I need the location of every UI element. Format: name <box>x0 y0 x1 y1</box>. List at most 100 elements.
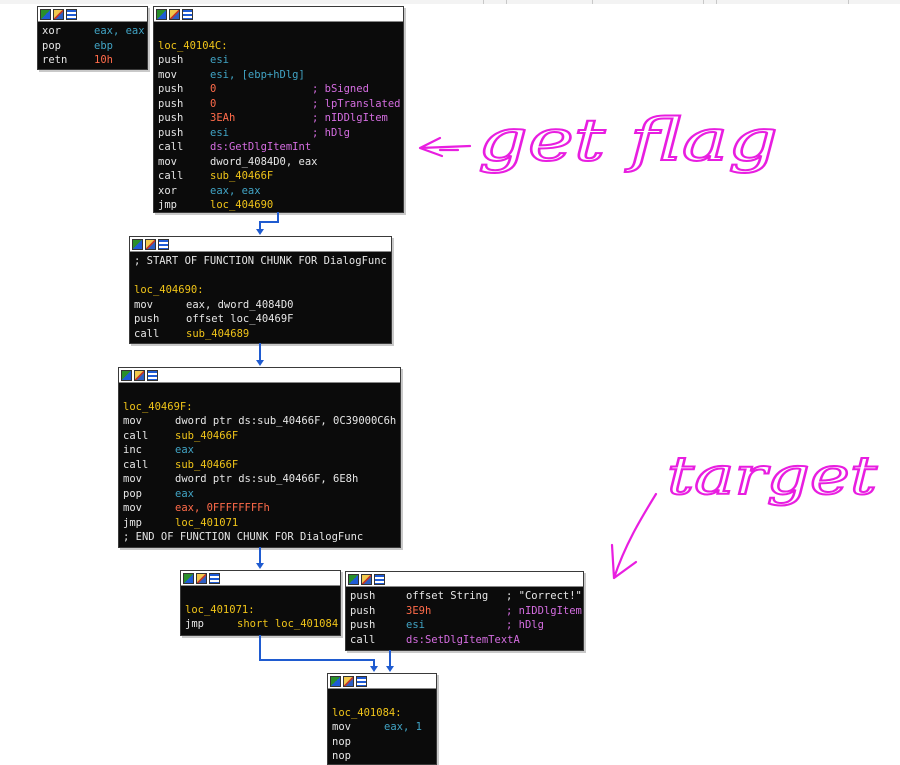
code-line[interactable]: push 0 ; lpTranslated <box>158 97 403 112</box>
code-line[interactable]: loc_404690: <box>134 283 391 298</box>
code-line[interactable]: xor eax, eax <box>158 184 403 199</box>
code-line[interactable] <box>134 269 391 284</box>
graph-color-icon[interactable] <box>156 8 167 20</box>
code-line[interactable]: call ds:SetDlgItemTextA <box>350 633 583 648</box>
code-line[interactable]: mov dword_4084D0, eax <box>158 155 403 170</box>
code-mnemonic: inc <box>123 444 142 456</box>
code-line[interactable] <box>332 691 436 706</box>
code-line[interactable]: xor eax, eax <box>42 24 147 39</box>
code-line[interactable]: pop ebp <box>42 39 147 54</box>
list-view-icon[interactable] <box>182 8 193 20</box>
code-line[interactable]: nop <box>332 749 436 764</box>
list-view-icon[interactable] <box>66 8 77 20</box>
code-line[interactable]: mov eax, dword_4084D0 <box>134 298 391 313</box>
edit-block-icon[interactable] <box>343 675 354 687</box>
edit-block-icon[interactable] <box>145 238 156 250</box>
code-mnemonic: call <box>350 633 376 646</box>
code-block-loc-404690[interactable]: ; START OF FUNCTION CHUNK FOR DialogFunc… <box>129 236 392 344</box>
code-line[interactable]: loc_401084: <box>332 706 436 721</box>
code-operand: esi <box>406 619 425 631</box>
code-block-loc-40469f[interactable]: loc_40469F: mov dword ptr ds:sub_40466F, 0… <box>118 367 401 548</box>
code-line[interactable]: jmp short loc_401084 <box>185 617 340 632</box>
code-line[interactable]: call ds:GetDlgItemInt <box>158 140 403 155</box>
toolbar-divider <box>848 0 849 4</box>
code-mnemonic: mov <box>332 721 351 733</box>
code-line[interactable]: push 3EAh ; nIDDlgItem <box>158 111 403 126</box>
code-line[interactable]: mov dword ptr ds:sub_40466F, 0C39000C6h <box>123 414 400 429</box>
code-operand: ebp <box>94 39 113 52</box>
graph-color-icon[interactable] <box>330 675 341 687</box>
edit-block-icon[interactable] <box>196 572 207 584</box>
graph-color-icon[interactable] <box>183 572 194 584</box>
edit-block-icon[interactable] <box>169 8 180 20</box>
code-line[interactable]: call sub_404689 <box>134 327 391 342</box>
code-line[interactable]: mov eax, 1 <box>332 720 436 735</box>
code-line[interactable]: mov esi, [ebp+hDlg] <box>158 68 403 83</box>
list-view-icon[interactable] <box>158 238 169 250</box>
code-operand: 3EAh <box>210 112 236 124</box>
list-view-icon[interactable] <box>356 675 367 687</box>
graph-color-icon[interactable] <box>121 369 132 381</box>
list-view-icon[interactable] <box>209 572 220 584</box>
code-line[interactable]: pop eax <box>123 487 400 502</box>
code-line[interactable]: loc_401071: <box>185 603 340 618</box>
code-mnemonic: loc_40469F: <box>123 400 193 413</box>
code-block-loc-40104c[interactable]: loc_40104C: push esi mov esi, [ebp+hDlg] push… <box>153 6 404 213</box>
code-mnemonic: push <box>134 313 160 325</box>
graph-color-icon[interactable] <box>132 238 143 250</box>
code-block-epilogue[interactable]: xor eax, eax pop ebp retn 10h <box>37 6 148 70</box>
code-line[interactable]: call sub_40466F <box>123 458 400 473</box>
code-line[interactable]: mov eax, 0FFFFFFFFh <box>123 501 400 516</box>
code-line[interactable]: ; END OF FUNCTION CHUNK FOR DialogFunc <box>123 530 400 545</box>
code-operand: dword ptr ds:sub_40466F, 0C39000C6h <box>175 415 397 427</box>
code-line[interactable]: jmp loc_401071 <box>123 516 400 531</box>
code-line[interactable]: push esi ; hDlg <box>350 618 583 633</box>
code-line[interactable]: ; START OF FUNCTION CHUNK FOR DialogFunc <box>134 254 391 269</box>
block-header <box>181 571 340 586</box>
code-line[interactable]: retn 10h <box>42 53 147 68</box>
code-mnemonic: push <box>350 604 376 617</box>
code-mnemonic: call <box>123 458 149 471</box>
code-block-loc-401084[interactable]: loc_401084: mov eax, 1 nop nop <box>327 673 437 765</box>
code-comment: ; nIDDlgItem <box>312 112 388 124</box>
code-line[interactable] <box>123 385 400 400</box>
list-view-icon[interactable] <box>147 369 158 381</box>
flow-edge <box>259 221 279 223</box>
code-line[interactable]: push offset String ; "Correct!" <box>350 589 583 604</box>
list-view-icon[interactable] <box>374 573 385 585</box>
code-line[interactable]: call sub_40466F <box>123 429 400 444</box>
block-header <box>38 7 147 22</box>
code-mnemonic: push <box>350 590 376 602</box>
code-mnemonic: mov <box>134 298 153 311</box>
code-comment: ; "Correct!" <box>506 590 582 602</box>
code-comment: ; lpTranslated <box>312 97 401 110</box>
code-line[interactable] <box>158 24 403 39</box>
code-operand: sub_40466F <box>175 429 239 442</box>
code-block-loc-401071[interactable]: loc_401071: jmp short loc_401084 <box>180 570 341 636</box>
flow-edge <box>373 659 375 666</box>
code-line[interactable]: jmp loc_404690 <box>158 198 403 213</box>
graph-color-icon[interactable] <box>40 8 51 20</box>
code-operand: loc_401071 <box>175 516 239 529</box>
graph-color-icon[interactable] <box>348 573 359 585</box>
code-line[interactable]: loc_40104C: <box>158 39 403 54</box>
code-line[interactable]: push esi <box>158 53 403 68</box>
edit-block-icon[interactable] <box>53 8 64 20</box>
code-line[interactable]: call sub_40466F <box>158 169 403 184</box>
code-line[interactable]: push 0 ; bSigned <box>158 82 403 97</box>
code-block-correct[interactable]: push offset String ; "Correct!" push 3E9h ; n… <box>345 571 584 651</box>
edit-block-icon[interactable] <box>361 573 372 585</box>
code-line[interactable] <box>185 588 340 603</box>
code-mnemonic: jmp <box>185 618 204 630</box>
code-line[interactable]: nop <box>332 735 436 750</box>
flow-arrowhead <box>256 563 264 569</box>
code-operand: 3E9h <box>406 604 432 617</box>
code-line[interactable]: push 3E9h ; nIDDlgItem <box>350 604 583 619</box>
code-line[interactable]: mov dword ptr ds:sub_40466F, 6E8h <box>123 472 400 487</box>
code-line[interactable]: push esi ; hDlg <box>158 126 403 141</box>
code-line[interactable]: push offset loc_40469F <box>134 312 391 327</box>
edit-block-icon[interactable] <box>134 369 145 381</box>
code-line[interactable]: loc_40469F: <box>123 400 400 415</box>
code-line[interactable]: inc eax <box>123 443 400 458</box>
code-mnemonic: loc_404690: <box>134 284 204 296</box>
